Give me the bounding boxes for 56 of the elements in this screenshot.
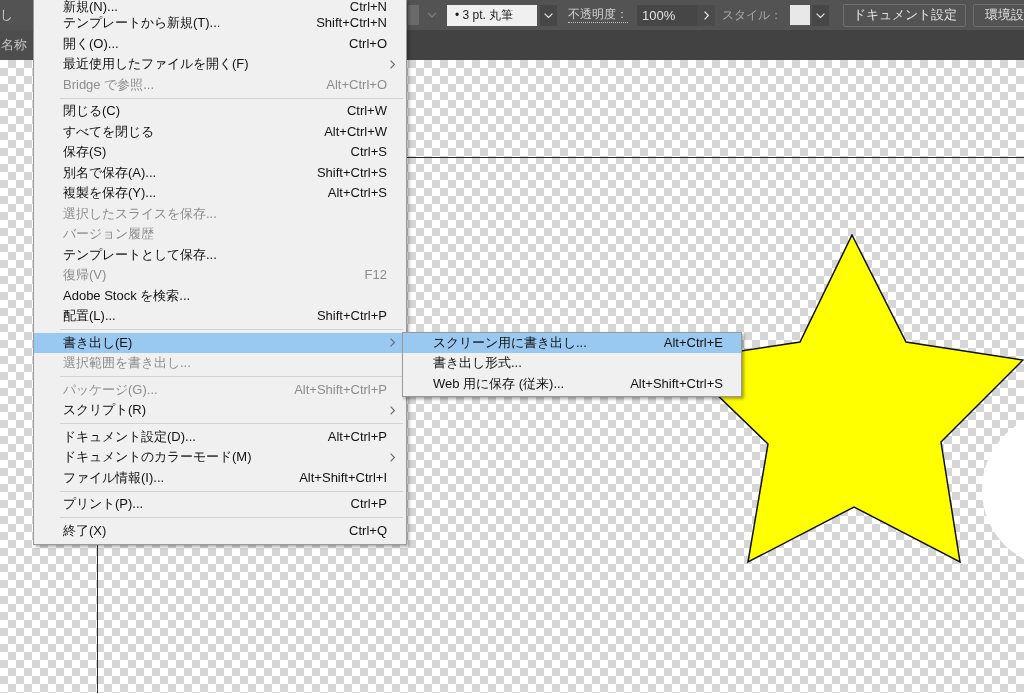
- opacity-arrow-button[interactable]: [697, 4, 715, 26]
- shortcut-label: Alt+Ctrl+O: [326, 75, 387, 94]
- style-dropdown-button[interactable]: [812, 4, 829, 26]
- menu-item[interactable]: 終了(X) Ctrl+Q: [34, 520, 406, 541]
- toolbar-label: し: [0, 6, 13, 24]
- menu-item[interactable]: スクリプト(R): [34, 400, 406, 421]
- menu-item[interactable]: 最近使用したファイルを開く(F): [34, 54, 406, 75]
- shortcut-label: Alt+Ctrl+W: [324, 122, 387, 141]
- toolbar-button[interactable]: ドキュメント設定: [843, 3, 966, 27]
- shortcut-label: Shift+Ctrl+P: [316, 307, 387, 325]
- shortcut-label: Shift+Ctrl+N: [316, 14, 387, 32]
- menu-item[interactable]: プリント(P)... Ctrl+P: [34, 494, 406, 515]
- opacity-field[interactable]: 100%: [637, 4, 697, 26]
- shortcut-label: Alt+Ctrl+S: [327, 184, 387, 202]
- menu-item[interactable]: ドキュメント設定(D)... Alt+Ctrl+P: [34, 426, 406, 447]
- shortcut-label: Alt+Ctrl+P: [327, 427, 387, 446]
- menu-item[interactable]: 開く(O)... Ctrl+O: [34, 33, 406, 54]
- menu-item[interactable]: Web 用に保存 (従来)... Alt+Shift+Ctrl+S: [403, 373, 741, 394]
- style-swatch[interactable]: [790, 5, 810, 25]
- menu-item[interactable]: 書き出し形式...: [403, 353, 741, 374]
- document-tab[interactable]: 名称: [0, 30, 33, 60]
- caret-icon: [816, 12, 825, 18]
- menu-item[interactable]: ドキュメントのカラーモード(M): [34, 447, 406, 468]
- menu-item[interactable]: テンプレートとして保存...: [34, 244, 406, 265]
- opacity-label[interactable]: 不透明度：: [568, 7, 628, 23]
- menu-item[interactable]: 閉じる(C) Ctrl+W: [34, 101, 406, 122]
- caret-icon: [544, 12, 553, 18]
- shortcut-label: Shift+Ctrl+S: [316, 163, 387, 182]
- shortcut-label: Ctrl+N: [349, 0, 387, 13]
- menu-item[interactable]: 別名で保存(A)... Shift+Ctrl+S: [34, 162, 406, 183]
- shortcut-label: Alt+Shift+Ctrl+P: [294, 380, 387, 399]
- menu-item[interactable]: スクリーン用に書き出し... Alt+Ctrl+E: [403, 332, 741, 353]
- chevron-right-icon: [703, 10, 709, 20]
- shortcut-label: F12: [364, 266, 387, 284]
- menu-item[interactable]: 複製を保存(Y)... Alt+Ctrl+S: [34, 183, 406, 204]
- menu-item[interactable]: 新規(N)... Ctrl+N: [34, 0, 406, 13]
- stroke-swatch[interactable]: [408, 5, 419, 25]
- menu-item[interactable]: Adobe Stock を検索...: [34, 285, 406, 306]
- menu-item[interactable]: 保存(S) Ctrl+S: [34, 142, 406, 163]
- menu-item[interactable]: すべてを閉じる Alt+Ctrl+W: [34, 121, 406, 142]
- style-label: スタイル：: [722, 6, 782, 24]
- toolbar-button[interactable]: 環境設: [973, 3, 1024, 27]
- caret-icon: [427, 12, 437, 18]
- menu-item[interactable]: テンプレートから新規(T)... Shift+Ctrl+N: [34, 13, 406, 34]
- menu-item[interactable]: 配置(L)... Shift+Ctrl+P: [34, 306, 406, 327]
- shortcut-label: Ctrl+S: [350, 143, 387, 161]
- shortcut-label: Ctrl+O: [349, 34, 387, 53]
- shortcut-label: Ctrl+P: [350, 495, 387, 513]
- stroke-dropdown-button[interactable]: [540, 4, 557, 26]
- menu-item[interactable]: ファイル情報(I)... Alt+Shift+Ctrl+I: [34, 467, 406, 488]
- shortcut-label: Alt+Shift+Ctrl+S: [630, 374, 723, 393]
- stroke-field[interactable]: • 3 pt. 丸筆: [447, 4, 537, 26]
- shortcut-label: Alt+Shift+Ctrl+I: [299, 468, 387, 487]
- shortcut-label: Alt+Ctrl+E: [663, 333, 723, 352]
- shortcut-label: Ctrl+W: [346, 102, 387, 120]
- shortcut-label: Ctrl+Q: [349, 521, 387, 540]
